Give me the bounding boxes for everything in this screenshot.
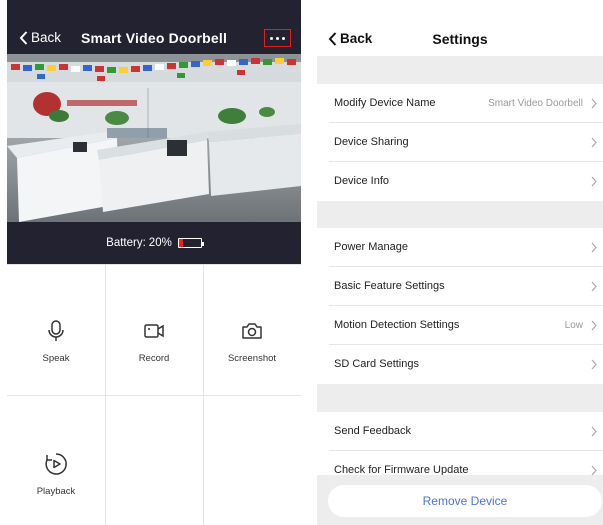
more-horizontal-icon	[270, 36, 273, 40]
top-bar: Back Smart Video Doorbell	[7, 0, 301, 54]
speak-button[interactable]: Speak	[7, 319, 105, 364]
setting-value: Smart Video Doorbell	[488, 98, 583, 109]
chevron-right-icon	[591, 137, 597, 148]
setting-basic-feature[interactable]: Basic Feature Settings	[317, 267, 603, 306]
settings-top-bar: Back Settings	[317, 0, 603, 56]
office-camera-image	[7, 54, 301, 222]
chevron-right-icon	[591, 320, 597, 331]
setting-power-manage[interactable]: Power Manage	[317, 228, 603, 267]
chevron-right-icon	[591, 176, 597, 187]
more-options-button[interactable]	[264, 29, 291, 47]
setting-motion-detection[interactable]: Motion Detection Settings Low	[317, 306, 603, 345]
setting-value: Low	[564, 320, 583, 331]
doorbell-live-screen: Back Smart Video Doorbell Battery: 20% S…	[7, 0, 301, 525]
playback-icon	[45, 453, 67, 475]
battery-status: Battery: 20%	[7, 222, 301, 264]
remove-device-bar: Remove Device	[317, 475, 603, 525]
setting-label: Power Manage	[334, 241, 408, 253]
speak-label: Speak	[42, 353, 70, 364]
playback-label: Playback	[36, 486, 76, 497]
settings-screen: Back Settings Modify Device Name Smart V…	[317, 0, 603, 525]
controls-grid: Speak Record Screenshot Playback	[7, 264, 301, 525]
setting-label: Modify Device Name	[334, 97, 436, 109]
playback-button[interactable]: Playback	[7, 452, 105, 497]
setting-label: Device Sharing	[334, 136, 409, 148]
chevron-right-icon	[591, 359, 597, 370]
microphone-icon	[48, 320, 64, 341]
screenshot-label: Screenshot	[227, 353, 277, 364]
section-spacer	[317, 384, 603, 412]
screenshot-button[interactable]: Screenshot	[203, 319, 301, 364]
remove-device-button[interactable]: Remove Device	[328, 485, 602, 517]
battery-icon	[177, 238, 204, 248]
settings-title: Settings	[432, 31, 488, 47]
chevron-right-icon	[591, 281, 597, 292]
setting-sd-card[interactable]: SD Card Settings	[317, 345, 603, 384]
setting-device-info[interactable]: Device Info	[317, 162, 603, 201]
section-spacer	[317, 56, 603, 84]
page-title: Smart Video Doorbell	[80, 30, 228, 46]
setting-label: Send Feedback	[334, 425, 412, 437]
chevron-right-icon	[591, 426, 597, 437]
setting-label: Motion Detection Settings	[334, 319, 460, 331]
chevron-right-icon	[591, 98, 597, 109]
setting-modify-device-name[interactable]: Modify Device Name Smart Video Doorbell	[317, 84, 603, 123]
setting-send-feedback[interactable]: Send Feedback	[317, 412, 603, 451]
live-video-feed[interactable]	[7, 54, 301, 222]
setting-device-sharing[interactable]: Device Sharing	[317, 123, 603, 162]
record-label: Record	[138, 353, 170, 364]
video-camera-icon	[144, 324, 164, 338]
record-button[interactable]: Record	[105, 319, 203, 364]
chevron-right-icon	[591, 242, 597, 253]
setting-label: SD Card Settings	[334, 358, 419, 370]
setting-label: Device Info	[334, 175, 390, 187]
section-spacer	[317, 201, 603, 228]
battery-label: Battery:	[106, 237, 146, 249]
setting-label: Basic Feature Settings	[334, 280, 445, 292]
battery-percent: 20%	[148, 237, 172, 249]
camera-icon	[242, 323, 262, 339]
